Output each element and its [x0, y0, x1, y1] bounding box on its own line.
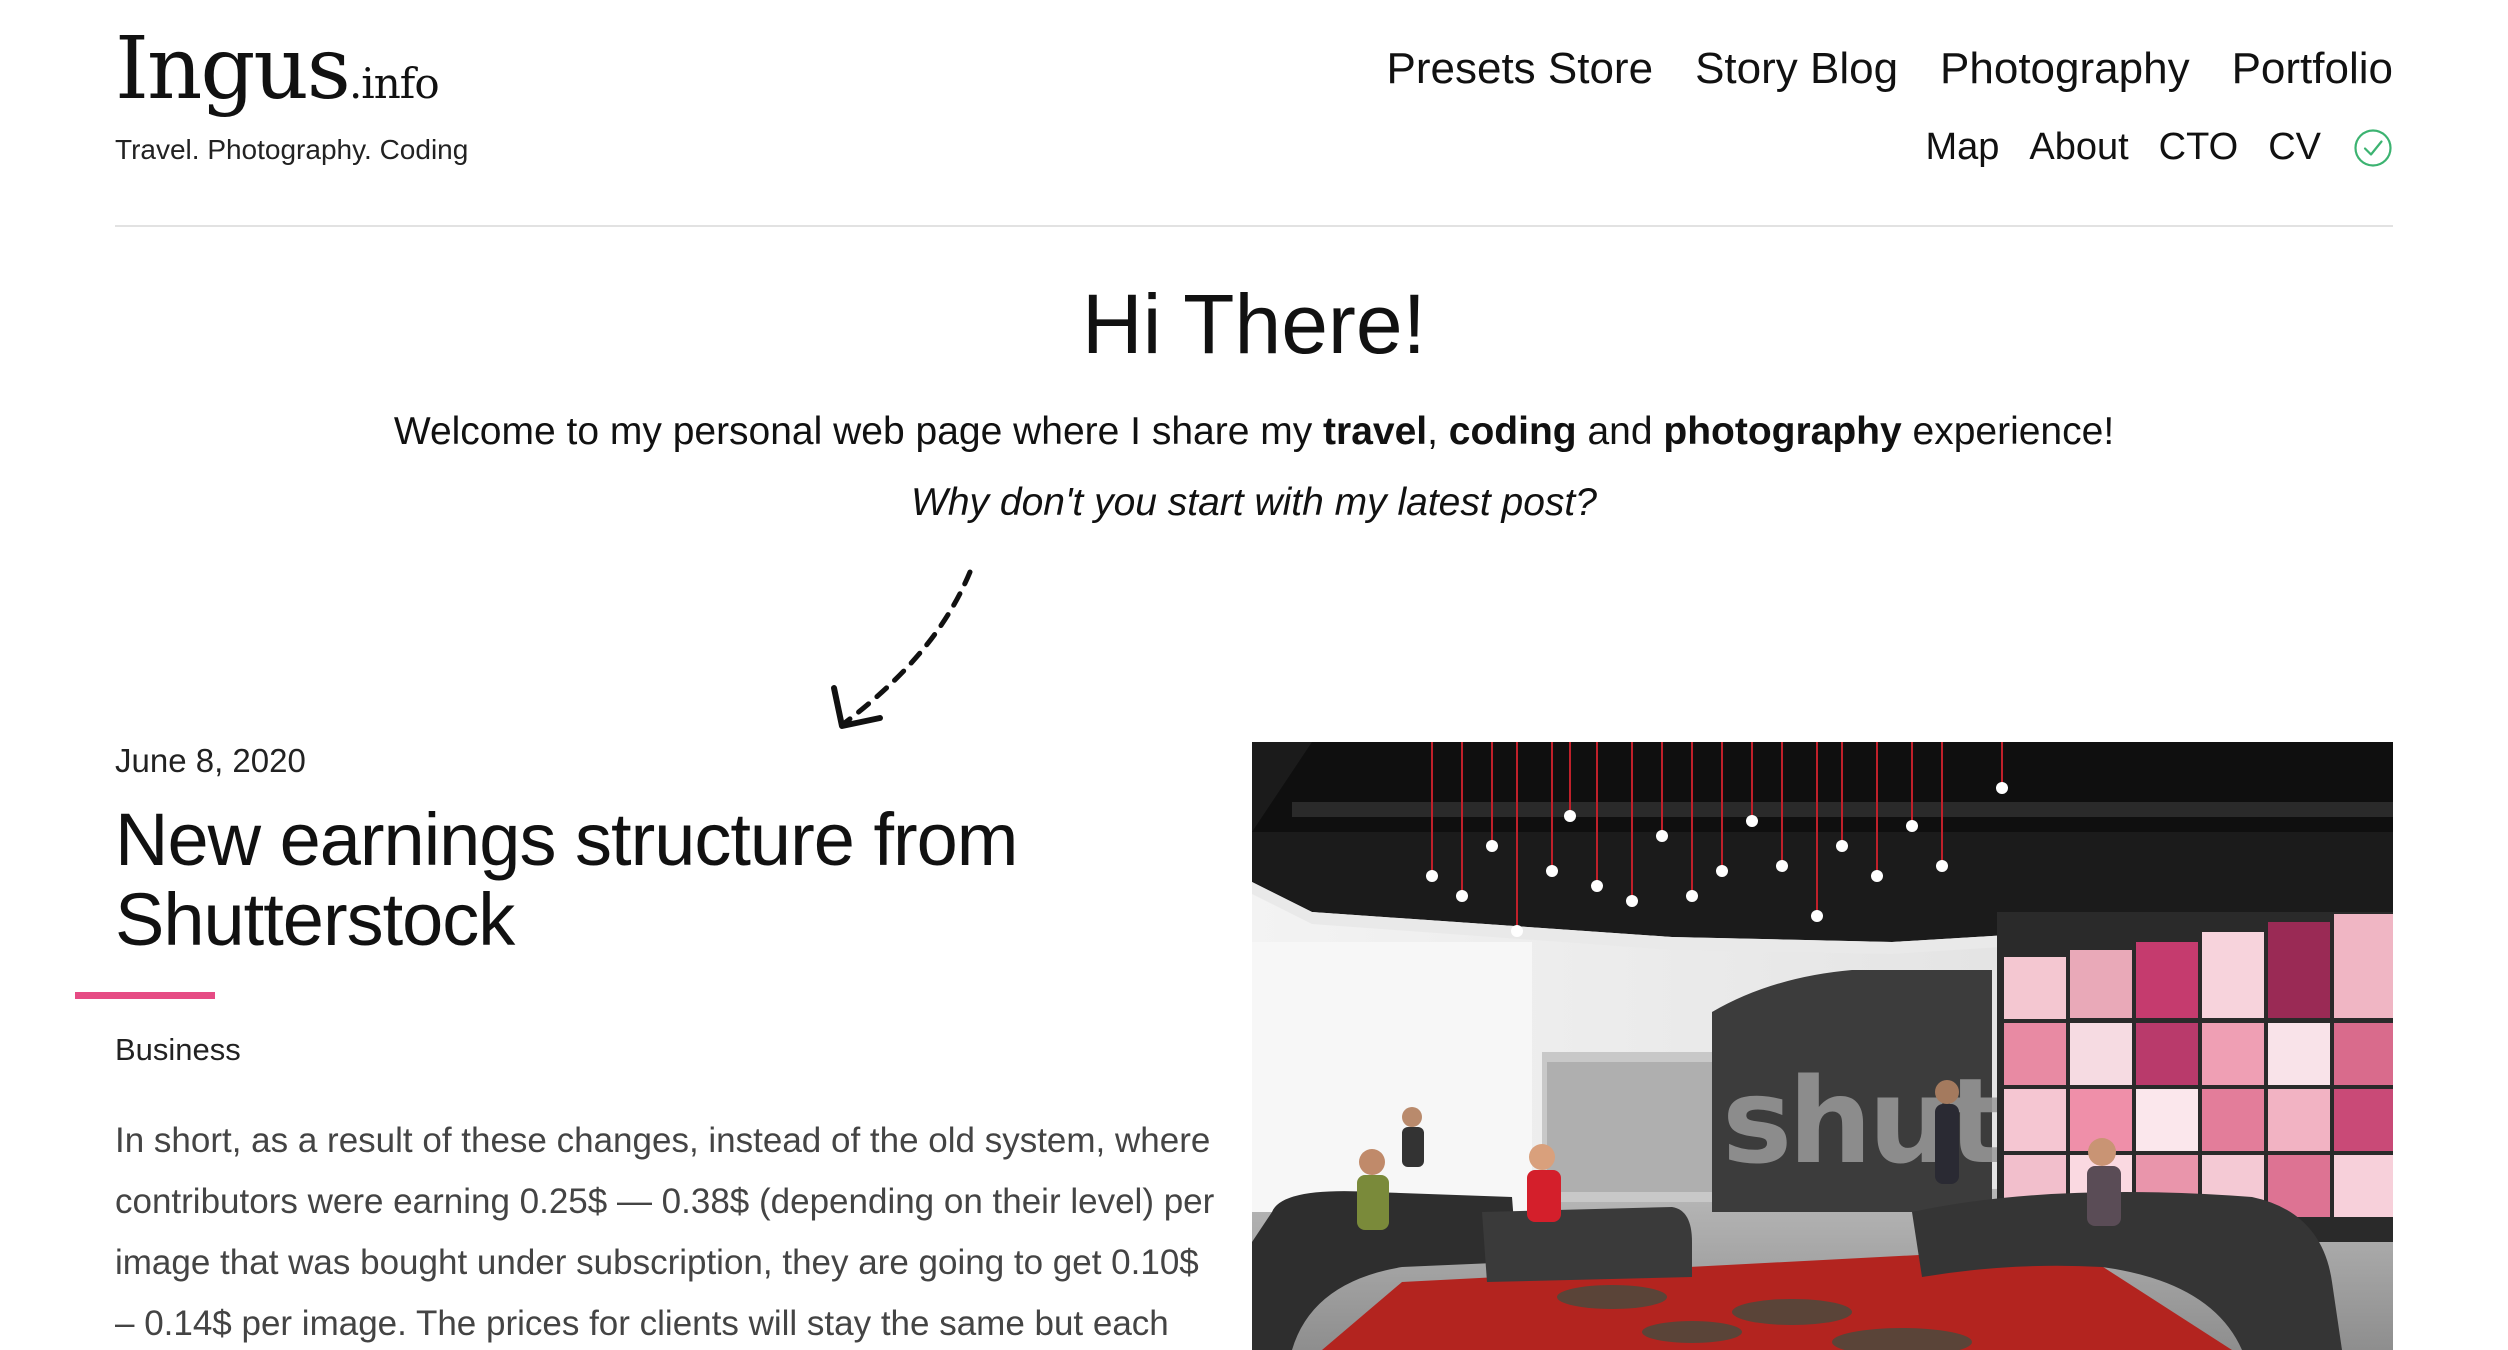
- logo-main-text: Ingus: [115, 19, 351, 119]
- hero-welcome-text: Welcome to my personal web page where I …: [0, 410, 2508, 454]
- hero-text-after: experience!: [1901, 410, 2115, 453]
- video-wall: [1997, 912, 2393, 1242]
- nav-link-photography[interactable]: Photography: [1940, 44, 2190, 94]
- nav-link-presets-store[interactable]: Presets Store: [1387, 44, 1654, 94]
- site-tagline: Travel. Photography. Coding: [115, 134, 469, 165]
- post-title-link[interactable]: New earnings structure from Shutterstock: [115, 800, 1195, 960]
- post-category-link[interactable]: Business: [115, 1032, 241, 1068]
- post-date: June 8, 2020: [115, 742, 306, 779]
- primary-nav: Presets Store Story Blog Photography Por…: [1387, 44, 2394, 94]
- check-circle-icon[interactable]: [2353, 128, 2393, 168]
- post-featured-image[interactable]: shutterstock: [1252, 742, 2393, 1350]
- post-accent-bar: [75, 992, 215, 999]
- hero-bold-travel: travel: [1323, 410, 1428, 453]
- post-excerpt: In short, as a result of these changes, …: [115, 1121, 1215, 1343]
- hero-cta-text: Why don't you start with my latest post?: [911, 481, 1597, 524]
- nav-link-story-blog[interactable]: Story Blog: [1695, 44, 1898, 94]
- logo-suffix-text: .info: [348, 59, 440, 108]
- hero-bold-photography: photography: [1663, 410, 1902, 453]
- hero-text-sep2: and: [1576, 410, 1664, 453]
- hero-text-before: Welcome to my personal web page where I …: [393, 410, 1324, 453]
- nav-link-about[interactable]: About: [2029, 126, 2128, 169]
- hero-text-sep1: ,: [1427, 410, 1449, 453]
- page: Ingus.info Travel. Photography. Coding P…: [0, 0, 2508, 1350]
- nav-link-cto[interactable]: CTO: [2159, 126, 2239, 169]
- hero-title: Hi There!: [1082, 277, 1426, 371]
- hero-bold-coding: coding: [1448, 410, 1577, 453]
- nav-link-map[interactable]: Map: [1925, 126, 1999, 169]
- nav-link-portfolio[interactable]: Portfolio: [2232, 44, 2393, 94]
- nav-link-cv[interactable]: CV: [2268, 126, 2321, 169]
- dashed-arrow-icon: [831, 569, 973, 729]
- secondary-nav: Map About CTO CV: [1925, 126, 2393, 169]
- site-logo[interactable]: Ingus.info: [115, 26, 440, 112]
- header-divider: [115, 225, 2393, 227]
